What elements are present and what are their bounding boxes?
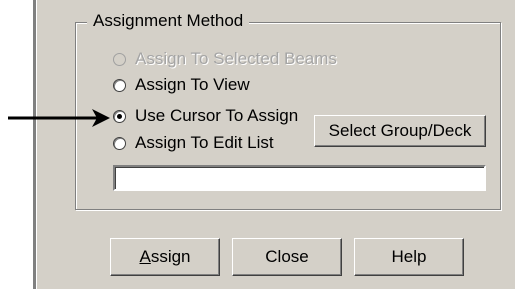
radio-button (113, 52, 126, 66)
radio-label: Assign To View (135, 75, 250, 94)
radio-label: Assign To Edit List (135, 133, 274, 152)
assign-label: ssign (150, 247, 191, 266)
close-button[interactable]: Close (232, 238, 342, 276)
assign-button[interactable]: Assign (110, 238, 220, 276)
edit-list-input[interactable] (113, 165, 486, 191)
groupbox-title: Assignment Method (87, 11, 250, 31)
assign-mnemonic: A (139, 247, 151, 266)
radio-assign-selected-beams: Assign To Selected Beams (113, 48, 337, 70)
select-group-deck-button[interactable]: Select Group/Deck (314, 115, 486, 147)
radio-button[interactable] (113, 136, 126, 150)
right-arrow-icon (8, 109, 110, 127)
radio-label: Assign To Selected Beams (135, 49, 337, 68)
radio-button[interactable] (113, 78, 126, 92)
radio-use-cursor-to-assign[interactable]: Use Cursor To Assign (113, 105, 298, 127)
radio-selected-dot (117, 113, 122, 119)
radio-assign-to-edit-list[interactable]: Assign To Edit List (113, 132, 274, 154)
radio-label: Use Cursor To Assign (135, 106, 299, 125)
radio-assign-to-view[interactable]: Assign To View (113, 74, 250, 96)
help-button[interactable]: Help (354, 238, 464, 276)
radio-button[interactable] (113, 109, 126, 123)
